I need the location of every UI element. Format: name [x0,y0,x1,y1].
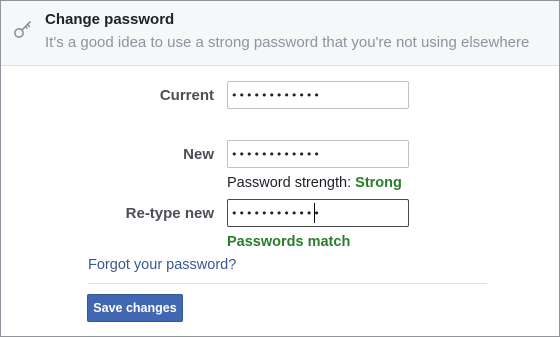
panel-subtitle: It's a good idea to use a strong passwor… [45,34,530,51]
retype-password-input[interactable] [227,199,409,227]
new-password-input[interactable] [227,140,409,168]
key-icon [14,21,31,38]
passwords-match-status: Passwords match [227,234,351,250]
panel-header: Change password It's a good idea to use … [1,1,559,66]
password-strength-prefix: Password strength: [227,175,352,191]
panel-title: Change password [45,11,175,28]
new-password-label: New [183,146,214,163]
save-changes-button[interactable]: Save changes [87,294,183,322]
text-caret [314,203,315,223]
divider [88,283,487,284]
retype-password-label: Re-type new [125,205,214,222]
forgot-password-link[interactable]: Forgot your password? [88,257,236,273]
current-password-input[interactable] [227,81,409,109]
password-strength: Password strength: Strong [227,175,402,191]
current-password-label: Current [159,87,214,104]
change-password-panel: Change password It's a good idea to use … [0,0,560,337]
password-strength-value: Strong [355,175,402,191]
